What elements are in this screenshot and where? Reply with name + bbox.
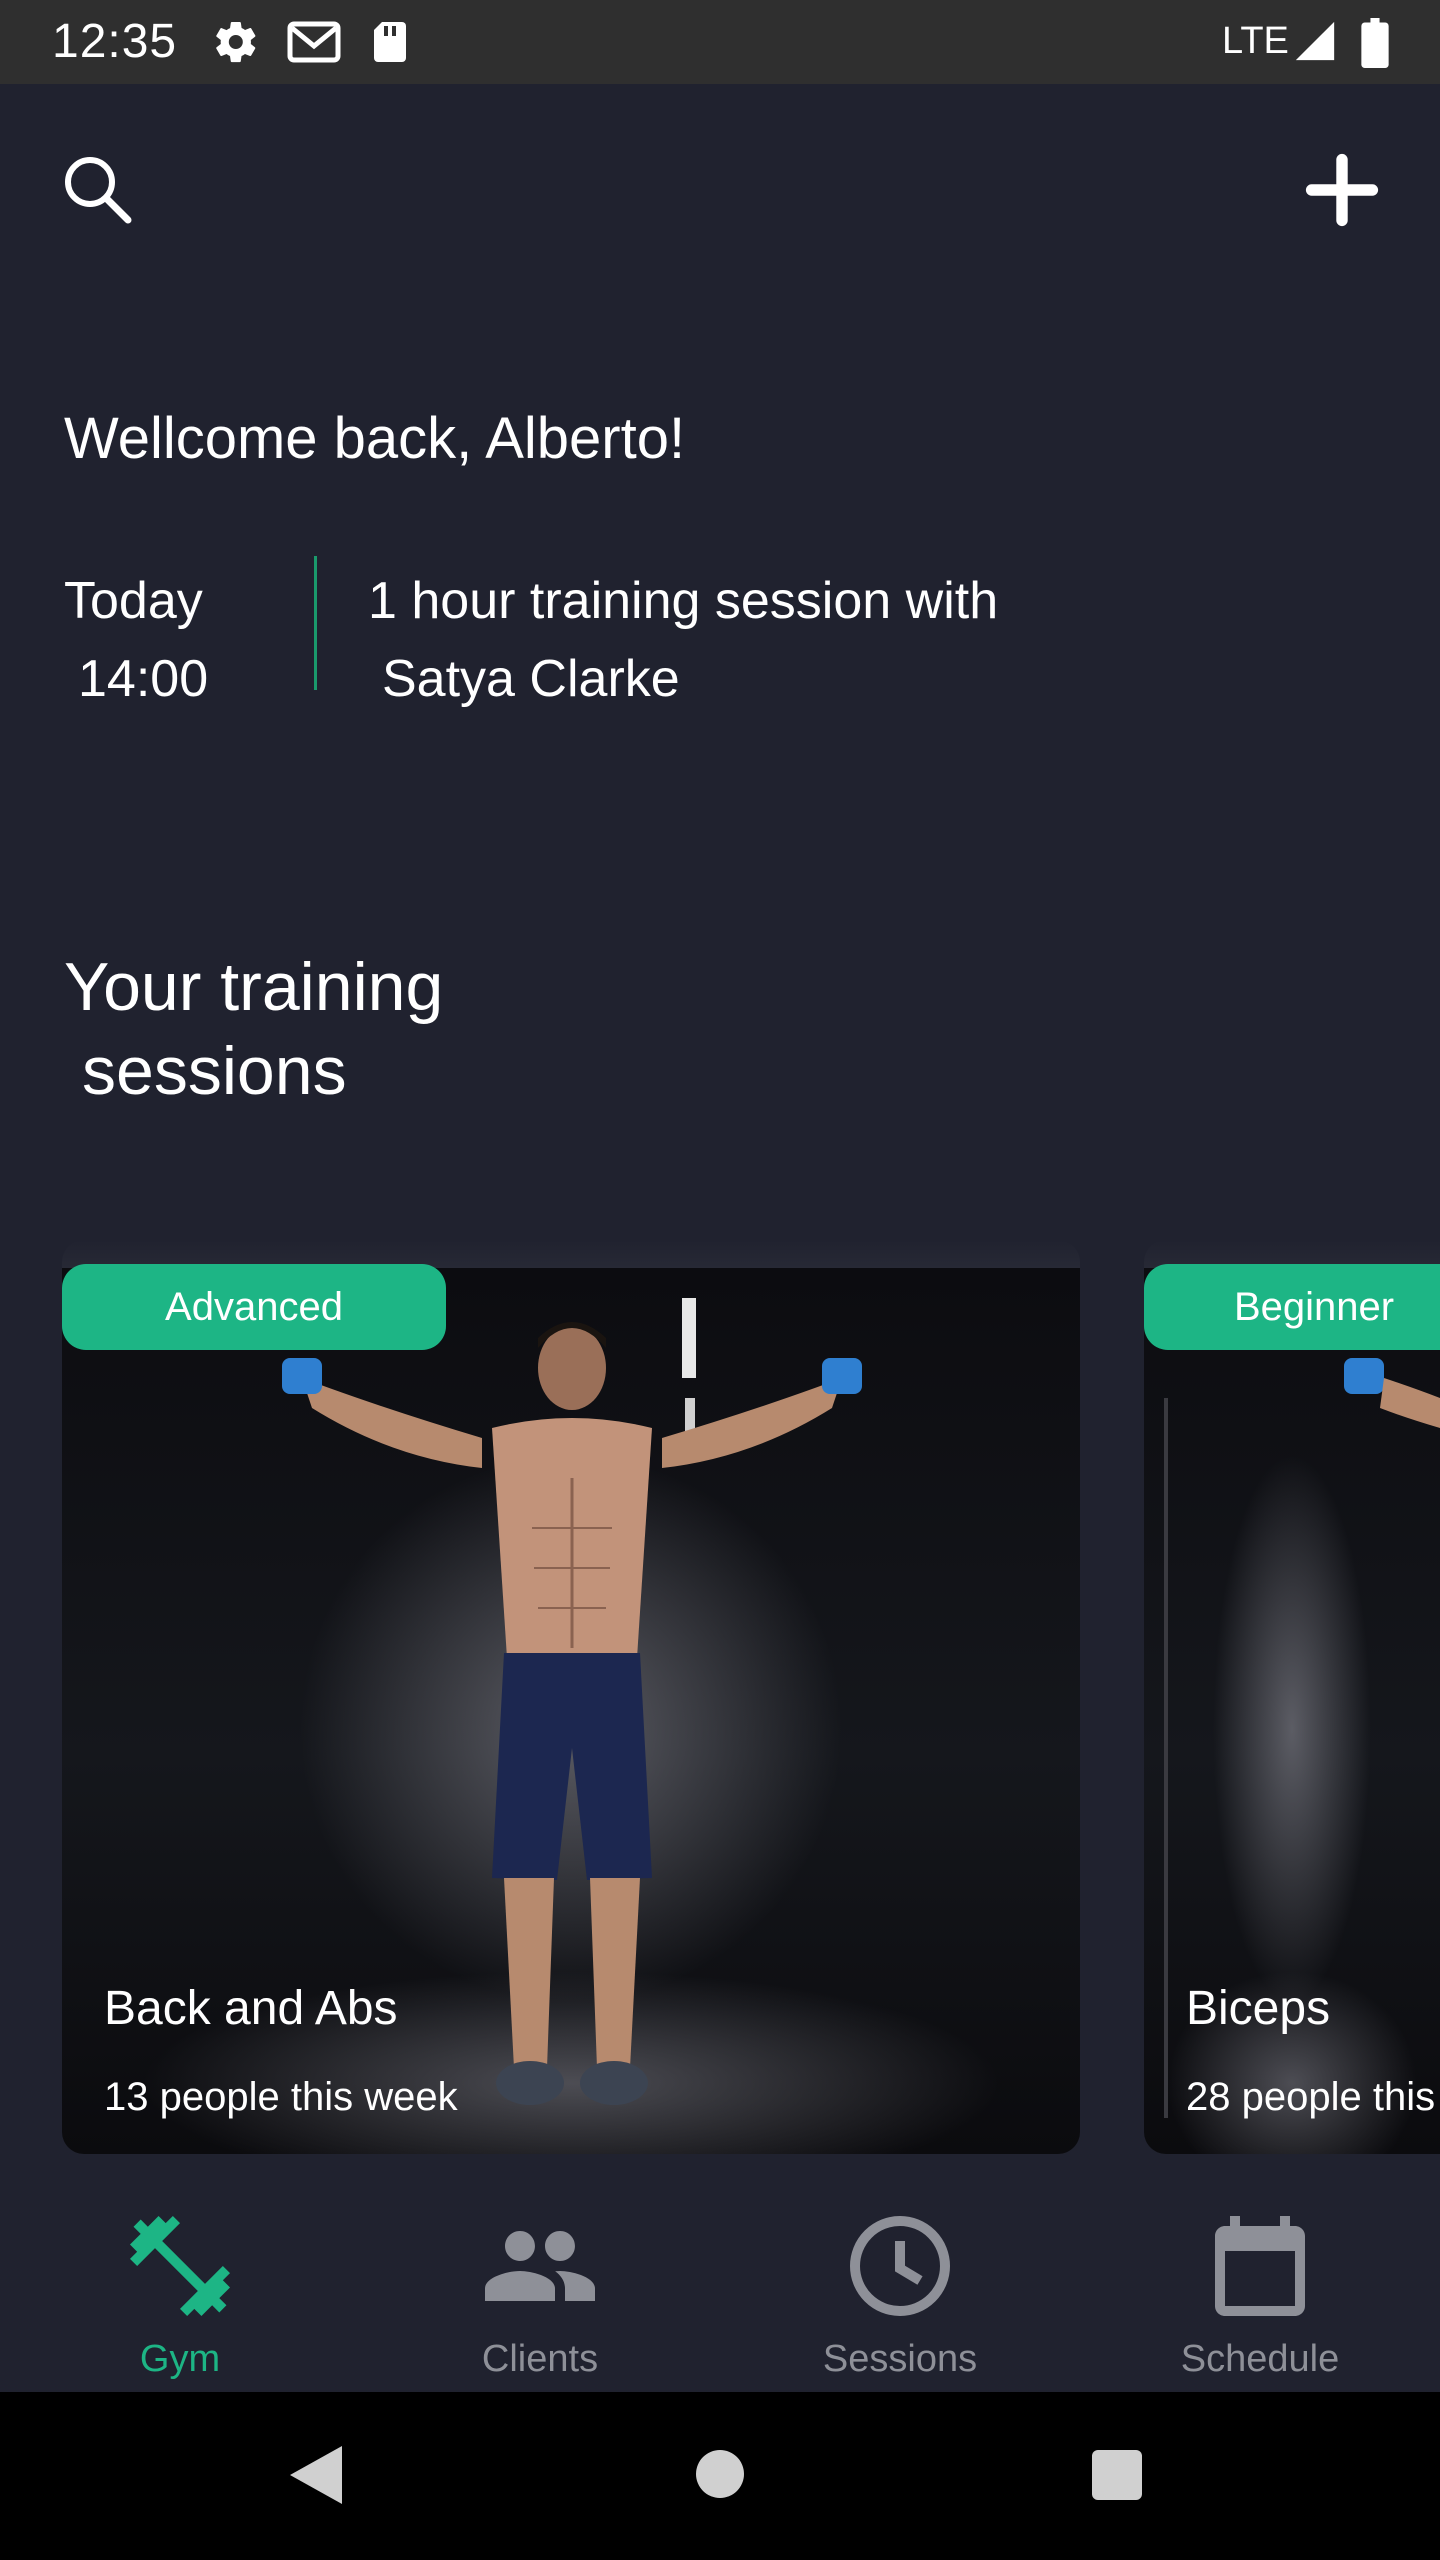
nav-item-sessions[interactable]: Sessions	[720, 2186, 1080, 2392]
settings-icon	[216, 21, 256, 63]
plus-icon[interactable]	[1304, 152, 1380, 228]
network-type: LTE	[1222, 20, 1289, 62]
card-title: Back and Abs	[104, 1982, 398, 2035]
training-card[interactable]: Advanced Back and Abs 13 people this wee…	[62, 1240, 1080, 2154]
card-subtitle: 28 people this week	[1186, 2075, 1440, 2119]
session-description-line2: Satya Clarke	[382, 650, 680, 708]
battery-icon	[1361, 18, 1389, 68]
status-bar: 12:35 LTE	[0, 0, 1440, 84]
calendar-icon	[1215, 2216, 1305, 2316]
bottom-navigation: Gym Clients Sessions Schedule	[0, 2186, 1440, 2392]
people-icon	[485, 2231, 595, 2301]
nav-item-clients[interactable]: Clients	[360, 2186, 720, 2392]
section-title-line1: Your training	[64, 949, 444, 1025]
session-time: 14:00	[78, 650, 209, 708]
dumbbell-icon	[130, 2216, 230, 2316]
recents-icon[interactable]	[1090, 2448, 1144, 2502]
session-divider	[314, 556, 317, 690]
nav-label: Clients	[481, 2338, 599, 2380]
sd-card-icon	[374, 22, 406, 62]
nav-item-gym[interactable]: Gym	[0, 2186, 360, 2392]
card-title: Biceps	[1186, 1982, 1331, 2035]
system-navigation-bar	[0, 2392, 1440, 2560]
level-badge: Advanced	[62, 1264, 446, 1350]
session-day: Today	[64, 572, 203, 630]
back-icon[interactable]	[286, 2442, 346, 2508]
session-description-line1: 1 hour training session with	[368, 572, 999, 630]
clock-icon	[850, 2216, 950, 2316]
nav-label: Schedule	[1180, 2338, 1340, 2380]
search-icon[interactable]	[58, 150, 138, 230]
training-card[interactable]: Beginner Biceps 28 people this week	[1144, 1240, 1440, 2154]
section-title: Your training sessions	[64, 945, 443, 1113]
gmail-icon	[287, 21, 341, 63]
card-subtitle: 13 people this week	[104, 2075, 458, 2119]
upcoming-session-description[interactable]: 1 hour training session with Satya Clark…	[368, 562, 1128, 718]
status-time: 12:35	[52, 15, 178, 68]
section-title-line2: sessions	[82, 1033, 347, 1109]
upcoming-session-time: Today 14:00	[64, 562, 208, 718]
welcome-message: Wellcome back, Alberto!	[64, 406, 686, 471]
nav-label: Sessions	[822, 2338, 978, 2380]
level-badge: Beginner	[1144, 1264, 1440, 1350]
nav-label: Gym	[139, 2338, 221, 2380]
home-icon[interactable]	[694, 2448, 746, 2500]
signal-icon	[1295, 21, 1335, 61]
nav-item-schedule[interactable]: Schedule	[1080, 2186, 1440, 2392]
